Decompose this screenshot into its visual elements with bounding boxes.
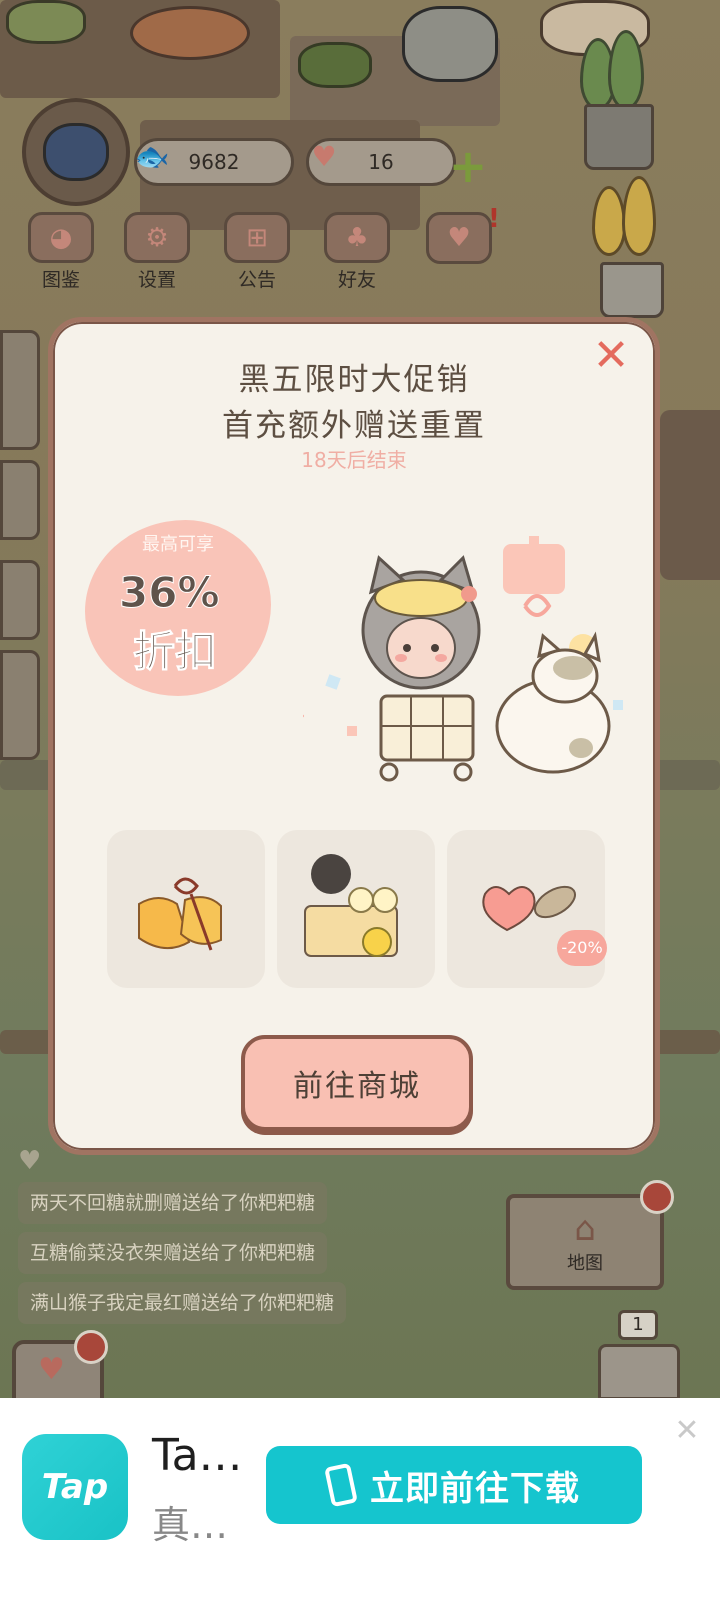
taptap-logo-icon[interactable]: Tap xyxy=(22,1434,128,1540)
fish-icon: 🐟 xyxy=(134,139,170,173)
menu-settings-label: 设置 xyxy=(137,269,176,291)
roast-chicken-icon xyxy=(130,6,250,60)
cat-face-icon: ◕ xyxy=(28,212,94,263)
badge-top-label: 最高可享 xyxy=(142,534,214,555)
alert-icon: ! xyxy=(488,204,500,234)
map-button[interactable]: ⌂ 地图 xyxy=(506,1194,664,1290)
notification-dot xyxy=(640,1180,674,1214)
heart-icon: ♥ xyxy=(38,1352,65,1387)
side-button[interactable] xyxy=(0,330,40,450)
notification-dot xyxy=(74,1330,108,1364)
girl-character xyxy=(361,555,481,690)
chat-heart-icon: ♥ xyxy=(18,1146,42,1176)
gift-icon xyxy=(503,536,565,594)
go-to-shop-button[interactable]: 前往商城 xyxy=(241,1035,473,1131)
phone-icon xyxy=(324,1462,358,1508)
discount-tag: -20% xyxy=(557,930,607,966)
side-button[interactable] xyxy=(0,650,40,760)
chat-message: 互糖偷菜没衣架赠送给了你粑粑糖 xyxy=(18,1232,328,1274)
map-button-label: 地图 xyxy=(567,1253,603,1274)
ad-app-title: Ta… xyxy=(152,1430,243,1481)
popup-title-line2: 首充额外赠送重置 xyxy=(222,408,486,444)
house-icon: ⌂ xyxy=(574,1209,596,1249)
plant-leaf xyxy=(592,186,626,256)
download-button[interactable]: 立即前往下载 xyxy=(266,1446,642,1524)
side-button[interactable] xyxy=(0,560,40,640)
menu-collection-label: 图鉴 xyxy=(41,269,80,291)
side-panel xyxy=(660,410,720,580)
menu-collection[interactable]: ◕ 图鉴 xyxy=(22,212,100,292)
drink-stand-icon xyxy=(304,854,398,957)
ad-close-icon[interactable]: ✕ xyxy=(672,1416,702,1446)
menu-likes[interactable]: ♥ xyxy=(420,212,498,292)
chat-message: 满山猴子我定最红赠送给了你粑粑糖 xyxy=(18,1282,347,1324)
frog-icon xyxy=(6,0,86,44)
panda-icon xyxy=(402,6,498,82)
heart-icon: ♥ xyxy=(311,139,337,173)
download-button-label: 立即前往下载 xyxy=(370,1468,580,1509)
menu-friends[interactable]: ♣ 好友 xyxy=(318,212,396,292)
plant-pot xyxy=(584,104,654,170)
plant-leaf xyxy=(622,176,656,256)
bell-icon xyxy=(138,877,222,951)
confetti-icon xyxy=(613,700,623,710)
fish-currency-value: 9682 xyxy=(188,150,240,174)
gear-icon: ⚙ xyxy=(124,212,190,263)
menu-settings[interactable]: ⚙ 设置 xyxy=(118,212,196,292)
shopping-cart-icon xyxy=(379,694,475,782)
confetti-icon xyxy=(523,594,552,617)
fish-currency-pill: 🐟 9682 xyxy=(134,138,294,186)
player-avatar[interactable] xyxy=(22,98,130,206)
reward-item-card[interactable] xyxy=(107,830,265,988)
chat-message: 两天不回糖就删赠送给了你粑粑糖 xyxy=(18,1182,328,1224)
heart-currency-value: 16 xyxy=(368,150,394,174)
confetti-icon xyxy=(325,674,341,690)
reward-item-card[interactable] xyxy=(277,830,435,988)
menu-friends-label: 好友 xyxy=(337,269,376,291)
cat-character xyxy=(495,631,611,774)
cake-icon xyxy=(298,42,372,88)
heart-currency-pill: ♥ 16 xyxy=(306,138,456,186)
add-currency-button[interactable]: + xyxy=(448,143,488,189)
friends-icon: ♣ xyxy=(324,212,390,263)
gift-icon: ⊞ xyxy=(224,212,290,263)
ad-banner[interactable]: Tap Ta… 真… 立即前往下载 ✕ xyxy=(0,1398,720,1604)
popup-countdown: 18天后结束 xyxy=(301,448,407,472)
badge-word: 折扣 xyxy=(132,627,218,677)
machine-icon[interactable] xyxy=(598,1344,680,1400)
menu-announcement-label: 公告 xyxy=(237,269,276,291)
side-button[interactable] xyxy=(0,460,40,540)
promo-popup: ✕ 黑五限时大促销 首充额外赠送重置 18天后结束 最高可享 36% 折扣 -2… xyxy=(48,317,660,1155)
promo-illustration xyxy=(303,536,623,782)
avatar-image xyxy=(43,123,109,181)
reward-item-card[interactable]: -20% xyxy=(447,830,607,988)
menu-announcement[interactable]: ⊞ 公告 xyxy=(218,212,296,292)
counter-badge: 1 xyxy=(618,1310,658,1340)
hearts-icon: ♥ xyxy=(426,212,492,264)
popup-title-line1: 黑五限时大促销 xyxy=(238,362,470,398)
confetti-icon xyxy=(347,726,357,736)
badge-percent: 36% xyxy=(119,568,221,618)
plant-pot xyxy=(600,262,664,318)
ad-app-subtitle: 真… xyxy=(152,1503,229,1547)
